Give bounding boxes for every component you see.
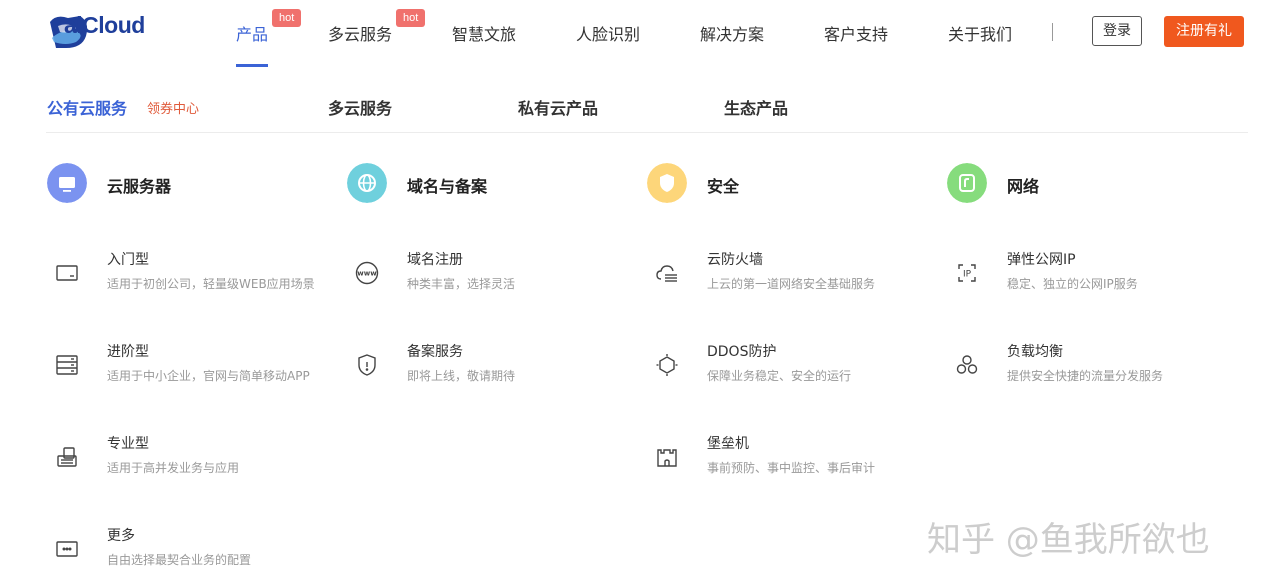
nav-item-products[interactable]: 产品 [236, 21, 268, 45]
product-item-load-balancer[interactable]: 负载均衡 提供安全快捷的流量分发服务 [947, 341, 1237, 391]
item-desc: 即将上线，敬请期待 [407, 369, 516, 383]
item-desc: 稳定、独立的公网IP服务 [1007, 277, 1138, 291]
product-item-firewall[interactable]: 云防火墙 上云的第一道网络安全基础服务 [647, 249, 937, 299]
ddos-protection-icon [656, 354, 678, 376]
category-title: 网络 [1007, 177, 1040, 196]
nav-item-smart-tourism[interactable]: 智慧文旅 [452, 21, 516, 45]
product-item-elastic-ip[interactable]: IP 弹性公网IP 稳定、独立的公网IP服务 [947, 249, 1237, 299]
category-title: 域名与备案 [407, 177, 488, 196]
item-desc: 适用于高并发业务与应用 [107, 461, 240, 475]
hot-badge: hot [396, 9, 426, 27]
castle-icon [657, 449, 677, 467]
hot-badge: hot [272, 9, 302, 27]
nav-item-face-recognition[interactable]: 人脸识别 [576, 21, 640, 45]
coupon-center-link[interactable]: 领券中心 [147, 98, 199, 117]
item-desc: 适用于中小企业，官网与简单移动APP [107, 369, 310, 383]
subnav-public-cloud[interactable]: 公有云服务 [47, 95, 127, 119]
shield-info-icon [358, 354, 376, 376]
product-item-bastion[interactable]: 堡垒机 事前预防、事中监控、事后审计 [647, 433, 937, 483]
nav-item-multicloud[interactable]: 多云服务 [328, 21, 392, 45]
subnav-ecosystem[interactable]: 生态产品 [724, 95, 788, 119]
item-title: 进阶型 [107, 344, 149, 360]
cloud-firewall-icon [656, 265, 677, 282]
brand-name: aiCloud [64, 12, 145, 38]
item-desc: 提供安全快捷的流量分发服务 [1007, 369, 1164, 383]
item-desc: 保障业务稳定、安全的运行 [707, 369, 852, 383]
item-desc: 适用于初创公司，轻量级WEB应用场景 [107, 277, 315, 291]
item-desc: 事前预防、事中监控、事后审计 [707, 461, 876, 475]
nav-item-solutions[interactable]: 解决方案 [700, 21, 764, 45]
svg-text:www: www [357, 270, 377, 278]
subnav-private-cloud[interactable]: 私有云产品 [518, 95, 598, 119]
item-title: 堡垒机 [707, 436, 749, 452]
item-title: 更多 [107, 528, 135, 544]
nav-item-support[interactable]: 客户支持 [824, 21, 888, 45]
server-rack-icon [56, 355, 78, 375]
product-item-ddos[interactable]: DDOS防护 保障业务稳定、安全的运行 [647, 341, 937, 391]
product-item-professional[interactable]: 专业型 适用于高并发业务与应用 [47, 433, 337, 483]
product-item-advanced[interactable]: 进阶型 适用于中小企业，官网与简单移动APP [47, 341, 337, 391]
globe-icon [347, 163, 387, 203]
item-desc: 自由选择最契合业务的配置 [107, 553, 252, 567]
category-title: 云服务器 [107, 177, 172, 196]
more-icon [56, 541, 78, 557]
nav-separator [1052, 23, 1053, 41]
top-nav: aiCloud 产品 hot 多云服务 hot 智慧文旅 人脸识别 解决方案 客… [0, 0, 1269, 70]
item-title: 专业型 [107, 436, 149, 452]
item-title: 入门型 [107, 252, 149, 268]
load-balancer-icon [956, 355, 978, 374]
watermark: 知乎 @鱼我所欲也 [927, 520, 1210, 560]
product-item-entry[interactable]: 入门型 适用于初创公司，轻量级WEB应用场景 [47, 249, 337, 299]
item-desc: 种类丰富，选择灵活 [407, 277, 516, 291]
nav-item-about[interactable]: 关于我们 [948, 21, 1012, 45]
svg-text:IP: IP [963, 270, 972, 280]
item-title: DDOS防护 [707, 344, 777, 360]
category-title: 安全 [707, 177, 740, 196]
item-desc: 上云的第一道网络安全基础服务 [707, 277, 876, 291]
shield-icon [647, 163, 687, 203]
network-icon [947, 163, 987, 203]
monitor-icon [47, 163, 87, 203]
ip-icon: IP [958, 264, 976, 282]
product-item-more[interactable]: 更多 自由选择最契合业务的配置 [47, 525, 337, 575]
product-item-domain-register[interactable]: www 域名注册 种类丰富，选择灵活 [347, 249, 637, 299]
server-cluster-icon [57, 447, 77, 467]
subnav-multicloud[interactable]: 多云服务 [328, 95, 392, 119]
item-title: 云防火墙 [707, 252, 763, 268]
product-item-filing[interactable]: 备案服务 即将上线，敬请期待 [347, 341, 637, 391]
register-button[interactable]: 注册有礼 [1164, 16, 1244, 47]
item-title: 弹性公网IP [1007, 252, 1076, 268]
subnav-divider [46, 132, 1248, 133]
active-nav-indicator [236, 64, 268, 67]
server-entry-icon [56, 265, 78, 281]
www-icon: www [355, 261, 379, 285]
login-button[interactable]: 登录 [1092, 16, 1142, 46]
item-title: 备案服务 [407, 344, 463, 360]
item-title: 负载均衡 [1007, 344, 1063, 360]
item-title: 域名注册 [407, 252, 463, 268]
